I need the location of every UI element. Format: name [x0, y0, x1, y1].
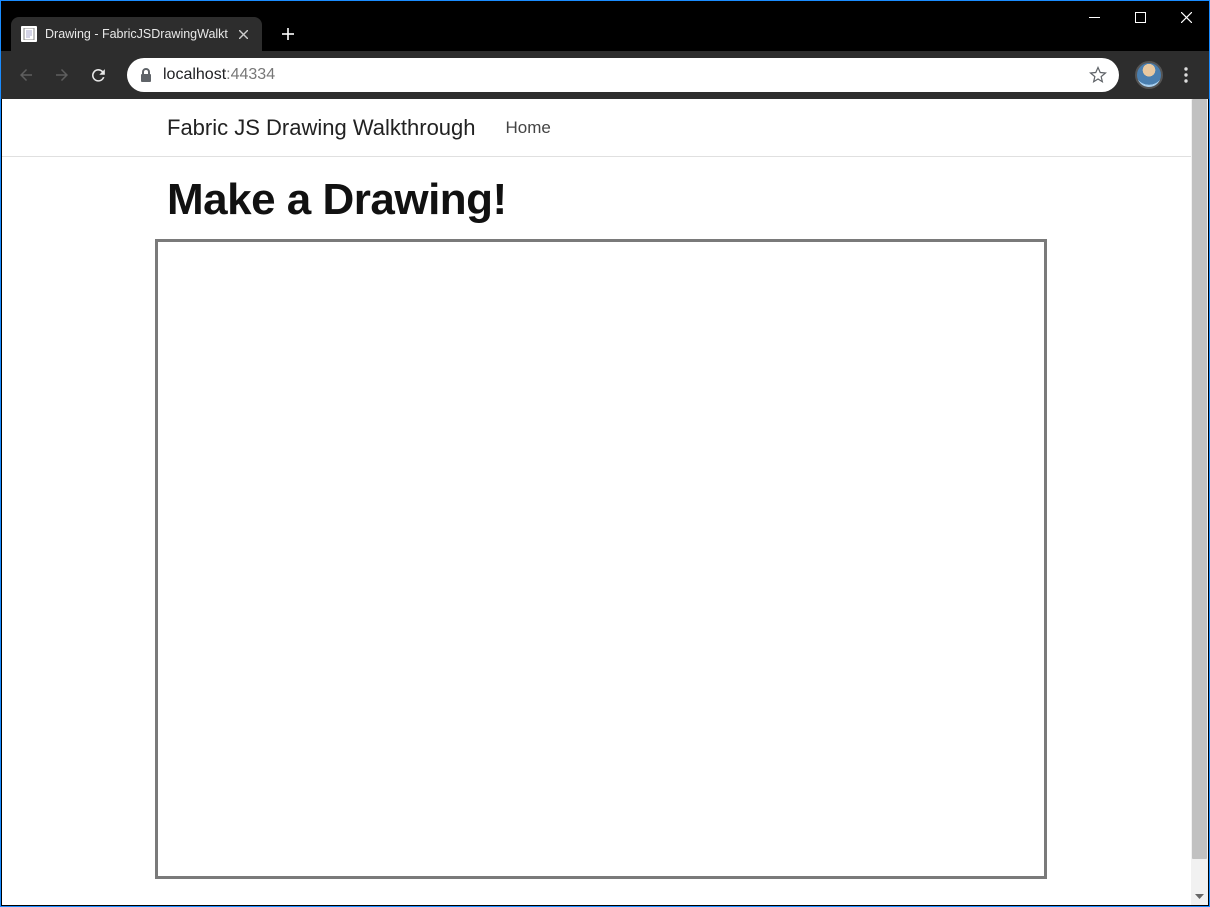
- url-host: localhost: [163, 66, 226, 83]
- browser-tab[interactable]: Drawing - FabricJSDrawingWalkt: [11, 17, 262, 51]
- window-maximize-button[interactable]: [1117, 1, 1163, 33]
- bookmark-star-icon[interactable]: [1089, 66, 1107, 84]
- scrollbar-down-arrow-icon[interactable]: [1191, 888, 1208, 905]
- new-tab-button[interactable]: [274, 20, 302, 48]
- site-brand[interactable]: Fabric JS Drawing Walkthrough: [167, 115, 476, 141]
- site-navbar: Fabric JS Drawing Walkthrough Home: [2, 99, 1191, 157]
- page-favicon-icon: [21, 26, 37, 42]
- page-viewport: Fabric JS Drawing Walkthrough Home Make …: [2, 99, 1208, 905]
- tab-close-button[interactable]: [236, 26, 252, 42]
- page-content: Fabric JS Drawing Walkthrough Home Make …: [2, 99, 1191, 905]
- forward-button[interactable]: [45, 58, 79, 92]
- window-close-button[interactable]: [1163, 1, 1209, 33]
- drawing-canvas[interactable]: [155, 239, 1047, 879]
- page-title: Make a Drawing!: [167, 175, 1047, 225]
- tab-title: Drawing - FabricJSDrawingWalkt: [45, 27, 228, 41]
- url-text: localhost:44334: [163, 66, 275, 84]
- browser-menu-button[interactable]: [1171, 60, 1201, 90]
- lock-icon: [139, 68, 153, 83]
- nav-link-home[interactable]: Home: [506, 118, 551, 138]
- reload-button[interactable]: [81, 58, 115, 92]
- titlebar: [1, 1, 1209, 15]
- browser-window: Drawing - FabricJSDrawingWalkt localhost…: [1, 1, 1209, 906]
- window-controls: [1071, 1, 1209, 33]
- main-content: Make a Drawing!: [167, 157, 1047, 879]
- back-button[interactable]: [9, 58, 43, 92]
- window-minimize-button[interactable]: [1071, 1, 1117, 33]
- vertical-scrollbar[interactable]: [1191, 99, 1208, 905]
- address-bar[interactable]: localhost:44334: [127, 58, 1119, 92]
- profile-avatar[interactable]: [1135, 61, 1163, 89]
- url-port: :44334: [226, 66, 275, 83]
- scrollbar-thumb[interactable]: [1192, 99, 1207, 859]
- browser-toolbar: localhost:44334: [1, 51, 1209, 99]
- tab-strip: Drawing - FabricJSDrawingWalkt: [1, 15, 1209, 51]
